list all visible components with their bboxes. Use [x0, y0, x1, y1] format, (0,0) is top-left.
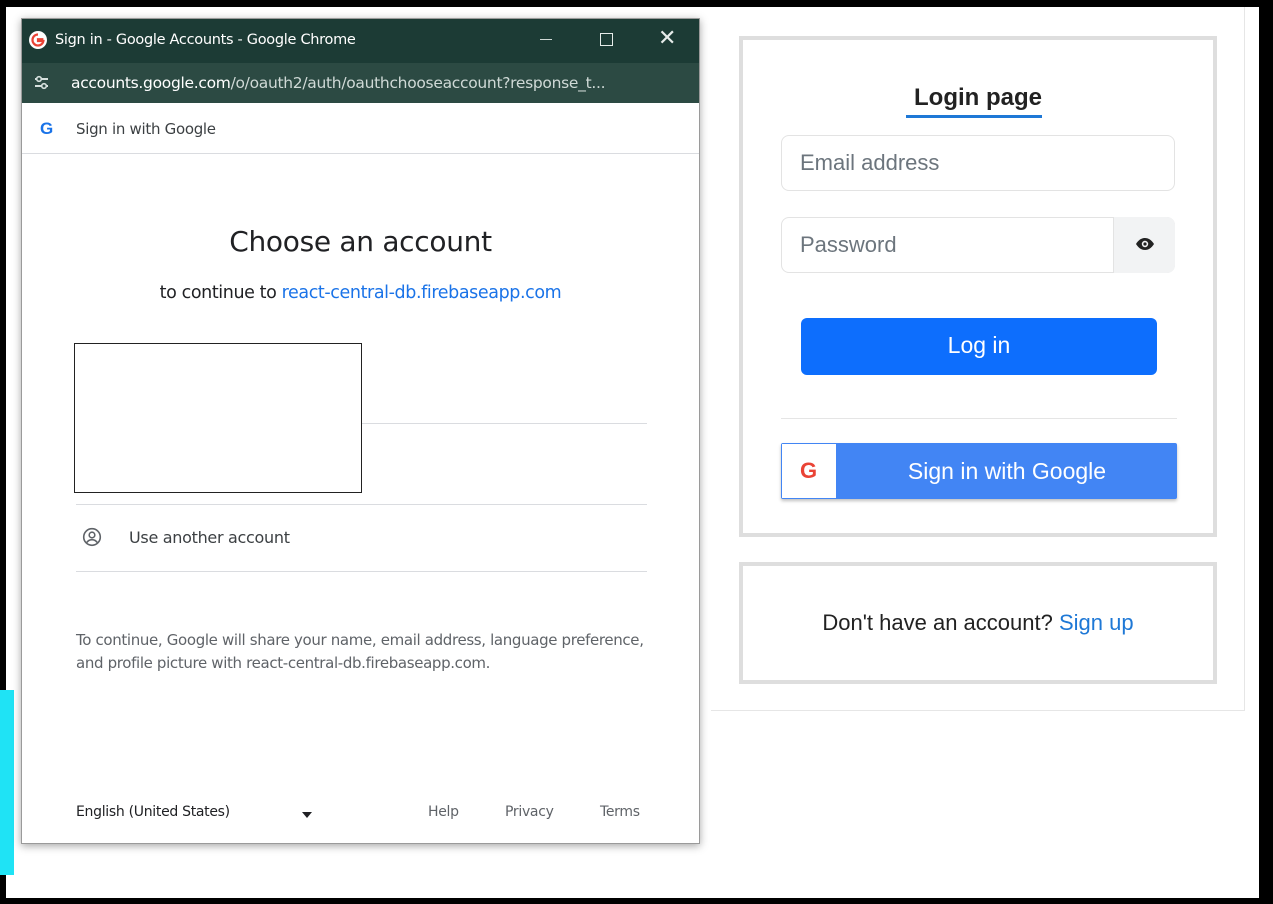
url-text[interactable]: accounts.google.com/o/oauth2/auth/oauthc…	[71, 74, 606, 92]
login-card: Login page Log in G Sign in with Google	[739, 36, 1217, 537]
google-signin-popup-window: Sign in - Google Accounts - Google Chrom…	[21, 18, 700, 844]
account-divider	[76, 571, 647, 572]
signup-card: Don't have an account? Sign up	[739, 562, 1217, 684]
google-favicon-icon	[29, 31, 47, 49]
use-another-account-label: Use another account	[129, 528, 290, 547]
google-g-icon: G	[800, 458, 818, 483]
log-in-button[interactable]: Log in	[801, 318, 1157, 375]
language-select[interactable]: English (United States)	[76, 804, 230, 820]
title-underline	[906, 115, 1042, 118]
sign-in-with-google-header: G Sign in with Google	[22, 103, 699, 154]
signup-prefix: Don't have an account?	[822, 610, 1053, 635]
account-circle-icon	[82, 527, 102, 547]
continue-domain-link[interactable]: react-central-db.firebaseapp.com	[282, 283, 562, 303]
chevron-down-icon[interactable]	[302, 812, 312, 818]
address-bar[interactable]: accounts.google.com/o/oauth2/auth/oauthc…	[22, 63, 699, 103]
google-logo-box: G	[782, 444, 836, 498]
eye-icon	[1136, 238, 1154, 250]
help-link[interactable]: Help	[428, 804, 459, 820]
redacted-account-item[interactable]	[74, 343, 362, 493]
continue-to-line: to continue to react-central-db.firebase…	[22, 283, 699, 303]
privacy-link[interactable]: Privacy	[505, 804, 554, 820]
sign-up-link[interactable]: Sign up	[1059, 610, 1134, 635]
signup-prompt: Don't have an account? Sign up	[743, 610, 1213, 636]
account-divider	[362, 423, 647, 424]
page-title: Choose an account	[229, 225, 492, 258]
background-strip	[0, 690, 14, 875]
url-path: /o/oauth2/auth/oauthchooseaccount?respon…	[230, 74, 606, 92]
url-host: accounts.google.com	[71, 74, 231, 92]
use-another-account-button[interactable]: Use another account	[76, 505, 647, 571]
google-logo-icon: G	[40, 119, 54, 138]
privacy-notice: To continue, Google will share your name…	[76, 631, 644, 672]
terms-link[interactable]: Terms	[600, 804, 640, 820]
divider	[781, 418, 1177, 419]
window-title: Sign in - Google Accounts - Google Chrom…	[55, 32, 356, 48]
minimize-icon[interactable]	[540, 39, 552, 40]
show-password-button[interactable]	[1113, 217, 1175, 273]
email-input[interactable]	[781, 135, 1175, 191]
header-text: Sign in with Google	[76, 120, 216, 138]
window-titlebar[interactable]: Sign in - Google Accounts - Google Chrom…	[22, 19, 699, 63]
google-button-label: Sign in with Google	[907, 458, 1107, 484]
site-settings-icon	[35, 75, 48, 90]
sign-in-with-google-button[interactable]: G Sign in with Google	[781, 443, 1177, 499]
continue-prefix: to continue to	[159, 283, 277, 303]
login-title: Login page	[914, 84, 1042, 111]
maximize-icon[interactable]	[600, 33, 613, 46]
close-icon[interactable]: ✕	[658, 27, 676, 49]
